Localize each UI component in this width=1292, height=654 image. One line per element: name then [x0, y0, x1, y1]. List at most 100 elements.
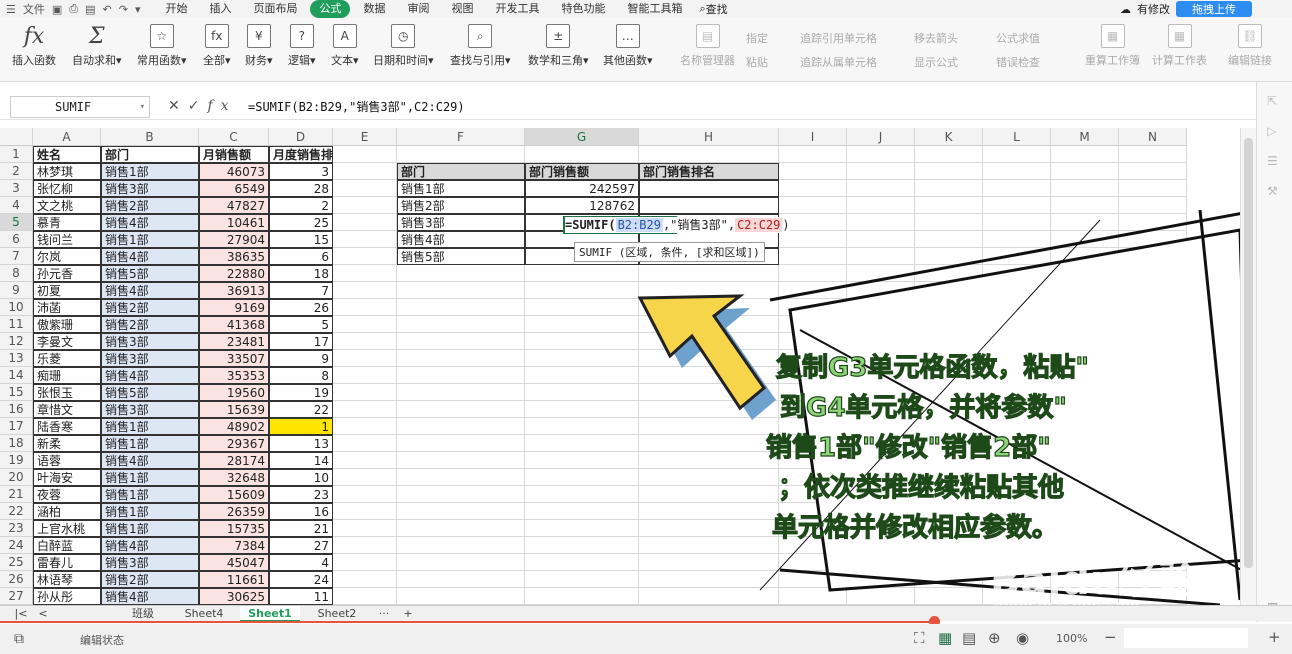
table1-cell[interactable]: 销售2部 — [101, 197, 199, 214]
fx-icon[interactable]: fx — [207, 98, 236, 114]
zoom-out-icon[interactable]: − — [1104, 628, 1117, 646]
empty-cell[interactable] — [1051, 180, 1119, 197]
confirm-icon[interactable]: ✓ — [188, 98, 208, 114]
row-header-18[interactable]: 18 — [0, 435, 33, 452]
table1-cell[interactable]: 24 — [269, 571, 333, 588]
row-header-12[interactable]: 12 — [0, 333, 33, 350]
edit-links-button[interactable]: ⛓ 编辑链接 — [1228, 24, 1272, 68]
error-check-button[interactable]: 错误检查 — [996, 54, 1040, 70]
empty-cell[interactable] — [397, 146, 525, 163]
table1-cell[interactable]: 36913 — [199, 282, 269, 299]
trace-precedents-button[interactable]: 追踪引用单元格 — [800, 30, 877, 46]
table1-cell[interactable]: 45047 — [199, 554, 269, 571]
cloud-icon[interactable]: ☁ — [1120, 3, 1131, 16]
table1-cell[interactable]: 14 — [269, 452, 333, 469]
table1-cell[interactable]: 林语琴 — [33, 571, 101, 588]
save-icon[interactable]: ▣ — [52, 3, 62, 16]
table1-cell[interactable]: 销售3部 — [101, 554, 199, 571]
file-menu[interactable]: 文件 — [23, 1, 45, 17]
table1-cell[interactable]: 销售2部 — [101, 571, 199, 588]
formula-input[interactable]: =SUMIF(B2:B29,"销售3部",C2:C29) — [248, 98, 465, 115]
cancel-icon[interactable]: ✕ — [168, 98, 188, 114]
table1-cell[interactable]: 19 — [269, 384, 333, 401]
table1-cell[interactable]: 27904 — [199, 231, 269, 248]
empty-cell[interactable] — [397, 333, 525, 350]
empty-cell[interactable] — [333, 299, 397, 316]
empty-cell[interactable] — [397, 537, 525, 554]
table1-cell[interactable]: 雷春儿 — [33, 554, 101, 571]
show-formulas-button[interactable]: 显示公式 — [914, 54, 958, 70]
row-header-19[interactable]: 19 — [0, 452, 33, 469]
empty-cell[interactable] — [333, 265, 397, 282]
table1-cell[interactable]: 销售3部 — [101, 350, 199, 367]
empty-cell[interactable] — [333, 197, 397, 214]
recalc-workbook-button[interactable]: ▦ 重算工作簿 — [1085, 24, 1140, 68]
empty-cell[interactable] — [397, 469, 525, 486]
column-header-D[interactable]: D — [269, 128, 333, 146]
table1-cell[interactable]: 11661 — [199, 571, 269, 588]
table1-cell[interactable]: 7 — [269, 282, 333, 299]
table1-cell[interactable]: 18 — [269, 265, 333, 282]
undo-icon[interactable]: ↶ — [103, 3, 112, 16]
empty-cell[interactable] — [983, 163, 1051, 180]
ribbon-tab-8[interactable]: 特色功能 — [550, 0, 616, 18]
row-header-16[interactable]: 16 — [0, 401, 33, 418]
row-header-13[interactable]: 13 — [0, 350, 33, 367]
paste-name-button[interactable]: 粘贴 — [746, 54, 768, 70]
more-sheets-icon[interactable]: ··· — [376, 606, 392, 622]
common-functions-button[interactable]: ☆ 常用函数▾ — [137, 24, 187, 68]
row-header-23[interactable]: 23 — [0, 520, 33, 537]
empty-cell[interactable] — [1119, 180, 1187, 197]
table1-cell[interactable]: 涵柏 — [33, 503, 101, 520]
sheet-tab-sheet2[interactable]: Sheet2 — [308, 606, 366, 622]
row-header-14[interactable]: 14 — [0, 367, 33, 384]
row-header-5[interactable]: 5 — [0, 214, 33, 231]
menu-icon[interactable]: ☰ — [6, 3, 16, 16]
table1-cell[interactable]: 销售5部 — [101, 265, 199, 282]
page-layout-icon[interactable]: ▤ — [962, 629, 976, 647]
name-box-dropdown-icon[interactable]: ▾ — [140, 97, 145, 117]
empty-cell[interactable] — [397, 486, 525, 503]
name-box[interactable]: SUMIF ▾ — [10, 96, 150, 118]
row-header-22[interactable]: 22 — [0, 503, 33, 520]
row-header-25[interactable]: 25 — [0, 554, 33, 571]
table1-cell[interactable]: 上官水桃 — [33, 520, 101, 537]
table1-cell[interactable]: 叶海安 — [33, 469, 101, 486]
empty-cell[interactable] — [333, 333, 397, 350]
all-functions-button[interactable]: fx 全部▾ — [203, 24, 231, 68]
table1-cell[interactable]: 9169 — [199, 299, 269, 316]
table1-cell[interactable]: 32648 — [199, 469, 269, 486]
table1-cell[interactable]: 文之桃 — [33, 197, 101, 214]
row-header-10[interactable]: 10 — [0, 299, 33, 316]
table1-cell[interactable]: 销售3部 — [101, 333, 199, 350]
table1-cell[interactable]: 销售3部 — [101, 180, 199, 197]
logical-button[interactable]: ? 逻辑▾ — [288, 24, 316, 68]
table1-cell[interactable]: 痴珊 — [33, 367, 101, 384]
table1-cell[interactable]: 张忆柳 — [33, 180, 101, 197]
table1-cell[interactable]: 销售4部 — [101, 282, 199, 299]
table1-cell[interactable]: 15609 — [199, 486, 269, 503]
empty-cell[interactable] — [333, 452, 397, 469]
empty-cell[interactable] — [397, 571, 525, 588]
empty-cell[interactable] — [333, 231, 397, 248]
table1-cell[interactable]: 销售3部 — [101, 401, 199, 418]
column-header-E[interactable]: E — [333, 128, 397, 146]
zoom-level[interactable]: 100% — [1056, 632, 1087, 645]
table1-cell[interactable]: 慕青 — [33, 214, 101, 231]
table1-header[interactable]: 月度销售排名 — [269, 146, 333, 163]
text-button[interactable]: A 文本▾ — [331, 24, 359, 68]
table1-cell[interactable]: 2 — [269, 197, 333, 214]
table1-cell[interactable]: 销售4部 — [101, 248, 199, 265]
empty-cell[interactable] — [333, 503, 397, 520]
table1-cell[interactable]: 10461 — [199, 214, 269, 231]
video-progress-bar[interactable] — [0, 621, 935, 623]
remove-arrows-button[interactable]: 移去箭头 — [914, 30, 958, 46]
table1-cell[interactable]: 28 — [269, 180, 333, 197]
math-trig-button[interactable]: ± 数学和三角▾ — [528, 24, 589, 68]
column-header-F[interactable]: F — [397, 128, 525, 146]
print-icon[interactable]: ⎙ — [69, 2, 78, 16]
table1-cell[interactable]: 钱问兰 — [33, 231, 101, 248]
table1-header[interactable]: 姓名 — [33, 146, 101, 163]
row-header-6[interactable]: 6 — [0, 231, 33, 248]
normal-view-icon[interactable]: ▦ — [938, 629, 952, 647]
